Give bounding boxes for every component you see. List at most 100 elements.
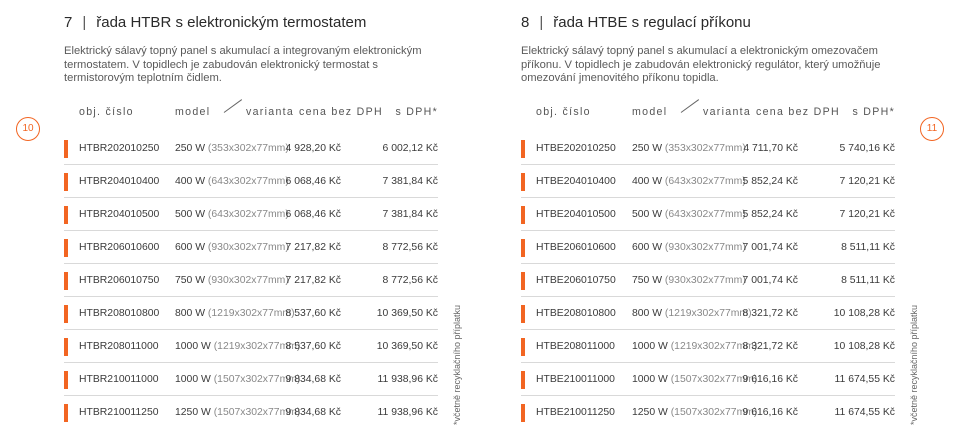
cell-price-vat: 8 772,56 Kč [382, 275, 438, 286]
cell-price-vat: 10 108,28 Kč [833, 308, 895, 319]
table-row: HTBR210011000 1000 W (1507x302x77mm) 9 834… [64, 363, 438, 396]
section-title-text: řada HTBE s regulací příkonu [553, 14, 751, 31]
cell-price: 7 217,82 Kč [285, 275, 341, 286]
side-note-left: *včetně recyklačního příplatku [452, 304, 462, 425]
cell-power: 1000 W [175, 341, 211, 352]
section-description: Elektrický sálavý topný panel s akumulac… [521, 45, 881, 84]
table-row: HTBE202010250 250 W (353x302x77mm) 4 711,7… [521, 132, 895, 165]
table-row: HTBE206010600 600 W (930x302x77mm) 7 001,7… [521, 231, 895, 264]
cell-code: HTBR206010600 [79, 242, 160, 253]
cell-model: 1000 W (1219x302x77mm) [632, 341, 757, 352]
cell-price: 9 616,16 Kč [742, 374, 798, 385]
cell-power: 1000 W [632, 374, 668, 385]
section-title: 8 | řada HTBE s regulací příkonu [521, 14, 751, 31]
cell-code: HTBR208011000 [79, 341, 159, 352]
cell-dimensions: (643x302x77mm) [664, 176, 746, 187]
row-accent-bar [521, 272, 525, 290]
row-accent-bar [64, 305, 68, 323]
cell-dimensions: (930x302x77mm) [664, 275, 746, 286]
cell-price-vat: 7 381,84 Kč [382, 176, 438, 187]
cell-price-vat: 10 108,28 Kč [833, 341, 895, 352]
cell-price: 5 852,24 Kč [742, 176, 798, 187]
cell-price: 5 852,24 Kč [742, 209, 798, 220]
section-description: Elektrický sálavý topný panel s akumulac… [64, 45, 422, 84]
cell-dimensions: (930x302x77mm) [207, 242, 289, 253]
cell-price-vat: 7 381,84 Kč [382, 209, 438, 220]
cell-price-vat: 11 938,96 Kč [377, 407, 438, 418]
row-accent-bar [64, 239, 68, 257]
header-code: obj. číslo [79, 106, 134, 118]
cell-price: 6 068,46 Kč [285, 176, 341, 187]
section-number: 7 [64, 14, 73, 31]
table-row: HTBR208010800 800 W (1219x302x77mm) 8 537,… [64, 297, 438, 330]
cell-power: 400 W [175, 176, 206, 187]
side-note-right: *včetně recyklačního příplatku [909, 304, 919, 425]
cell-price-vat: 8 511,11 Kč [841, 242, 895, 253]
cell-dimensions: (643x302x77mm) [207, 209, 289, 220]
cell-code: HTBE206010600 [536, 242, 616, 253]
cell-price-vat: 7 120,21 Kč [839, 176, 895, 187]
cell-model: 400 W (643x302x77mm) [175, 176, 289, 187]
cell-price: 7 001,74 Kč [742, 275, 798, 286]
table-header: obj. číslo model varianta cena bez DPH s… [521, 106, 895, 120]
section-title-text: řada HTBR s elektronickým termostatem [96, 14, 367, 31]
cell-power: 800 W [175, 308, 206, 319]
table-row: HTBE210011000 1000 W (1507x302x77mm) 9 616… [521, 363, 895, 396]
table-row: HTBE210011250 1250 W (1507x302x77mm) 9 616… [521, 396, 895, 429]
table-row: HTBR204010400 400 W (643x302x77mm) 6 068,4… [64, 165, 438, 198]
cell-power: 800 W [632, 308, 663, 319]
title-separator: | [82, 14, 87, 31]
cell-code: HTBE210011250 [536, 407, 615, 418]
cell-code: HTBE210011000 [536, 374, 615, 385]
cell-power: 250 W [175, 143, 206, 154]
cell-model: 500 W (643x302x77mm) [175, 209, 289, 220]
cell-price: 7 001,74 Kč [742, 242, 798, 253]
cell-model: 600 W (930x302x77mm) [632, 242, 746, 253]
cell-price: 4 711,70 Kč [743, 143, 798, 154]
cell-dimensions: (1219x302x77mm) [207, 308, 295, 319]
cell-price: 8 321,72 Kč [742, 341, 798, 352]
table-row: HTBE204010400 400 W (643x302x77mm) 5 852,2… [521, 165, 895, 198]
cell-price: 8 321,72 Kč [742, 308, 798, 319]
header-slash-divider [222, 104, 244, 120]
table-row: HTBR208011000 1000 W (1219x302x77mm) 8 537… [64, 330, 438, 363]
header-slash-divider [679, 104, 701, 120]
cell-code: HTBE208011000 [536, 341, 615, 352]
cell-price-vat: 11 674,55 Kč [834, 374, 895, 385]
row-accent-bar [64, 338, 68, 356]
cell-model: 800 W (1219x302x77mm) [175, 308, 295, 319]
row-accent-bar [64, 140, 68, 158]
row-accent-bar [521, 371, 525, 389]
table-row: HTBE206010750 750 W (930x302x77mm) 7 001,7… [521, 264, 895, 297]
header-price: cena bez DPH [299, 106, 383, 118]
cell-price: 9 616,16 Kč [742, 407, 798, 418]
cell-code: HTBE202010250 [536, 143, 616, 154]
table-row: HTBR206010750 750 W (930x302x77mm) 7 217,8… [64, 264, 438, 297]
title-separator: | [539, 14, 544, 31]
cell-model: 250 W (353x302x77mm) [632, 143, 746, 154]
section-number: 8 [521, 14, 530, 31]
header-variant: varianta [246, 106, 295, 118]
cell-power: 600 W [175, 242, 206, 253]
cell-dimensions: (643x302x77mm) [664, 209, 746, 220]
cell-model: 750 W (930x302x77mm) [632, 275, 746, 286]
cell-code: HTBR210011250 [79, 407, 159, 418]
cell-code: HTBE206010750 [536, 275, 616, 286]
row-accent-bar [64, 173, 68, 191]
cell-price: 4 928,20 Kč [285, 143, 341, 154]
cell-model: 250 W (353x302x77mm) [175, 143, 289, 154]
table-row: HTBR202010250 250 W (353x302x77mm) 4 928,2… [64, 132, 438, 165]
row-accent-bar [64, 371, 68, 389]
row-accent-bar [521, 338, 525, 356]
cell-power: 1000 W [175, 374, 211, 385]
cell-code: HTBE204010500 [536, 209, 616, 220]
row-accent-bar [64, 206, 68, 224]
cell-power: 500 W [632, 209, 663, 220]
cell-model: 1250 W (1507x302x77mm) [175, 407, 300, 418]
cell-power: 500 W [175, 209, 206, 220]
cell-dimensions: (1219x302x77mm) [664, 308, 752, 319]
page-number-left: 10 [16, 117, 40, 141]
cell-price: 9 834,68 Kč [285, 374, 341, 385]
cell-price: 7 217,82 Kč [285, 242, 341, 253]
section-title: 7 | řada HTBR s elektronickým termostatem [64, 14, 366, 31]
